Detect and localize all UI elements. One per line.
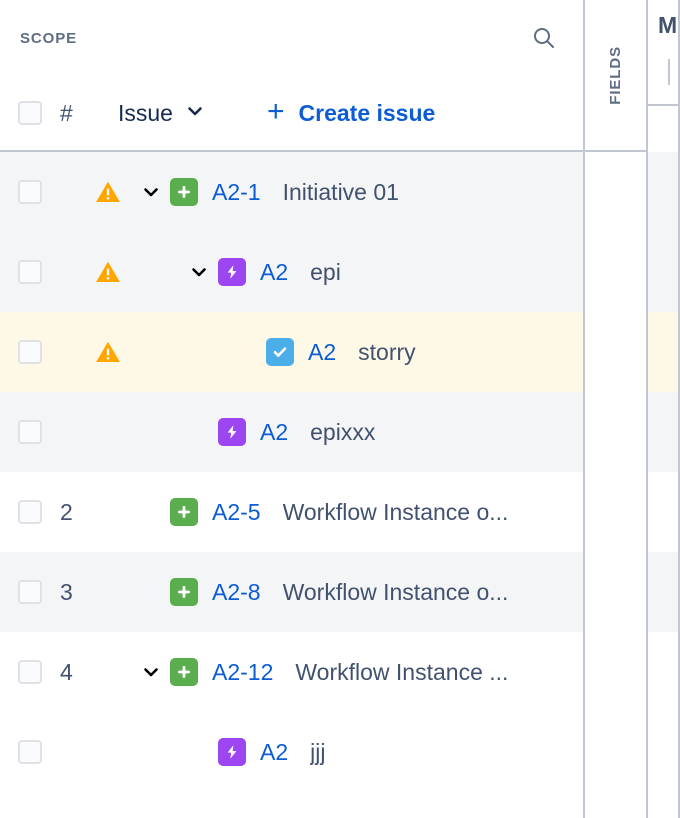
search-icon[interactable] [527, 21, 561, 55]
timeline-row[interactable] [648, 152, 680, 232]
row-number: 4 [60, 658, 73, 685]
table-row[interactable]: 3 A2-8 Workflow Instance o... [0, 552, 583, 632]
epic-icon[interactable] [218, 258, 246, 286]
timeline-panel: M [648, 0, 680, 818]
initiative-icon[interactable] [170, 658, 198, 686]
issue-filter-label: Issue [118, 99, 173, 126]
row-body: A2-1 Initiative 01 [136, 178, 583, 206]
initiative-icon[interactable] [170, 578, 198, 606]
scope-header: SCOPE [0, 0, 583, 76]
issue-key[interactable]: A2-5 [212, 499, 261, 526]
warning-icon [94, 338, 136, 366]
timeline-subheader [648, 106, 680, 152]
timeline-row[interactable] [648, 232, 680, 312]
table-row[interactable]: A2 epixxx [0, 392, 583, 472]
fields-label: FIELDS [607, 45, 624, 105]
issue-key[interactable]: A2 [260, 259, 288, 286]
row-checkbox[interactable] [18, 580, 42, 604]
issue-key[interactable]: A2 [260, 419, 288, 446]
scope-panel: SCOPE # Issue + Create issue A2-1 Initia… [0, 0, 585, 818]
timeline-rows [648, 152, 680, 792]
chevron-down-icon [185, 101, 205, 126]
scope-column-header: # Issue + Create issue [0, 76, 583, 152]
initiative-icon[interactable] [170, 498, 198, 526]
project-scope-view: SCOPE # Issue + Create issue A2-1 Initia… [0, 0, 680, 818]
issue-key[interactable]: A2 [260, 739, 288, 766]
expand-toggle[interactable] [136, 182, 166, 202]
issue-key[interactable]: A2-8 [212, 579, 261, 606]
table-row[interactable]: A2 storry [0, 312, 583, 392]
timeline-row[interactable] [648, 632, 680, 712]
fields-panel: FIELDS [585, 0, 648, 818]
epic-icon[interactable] [218, 418, 246, 446]
select-all-checkbox[interactable] [18, 101, 42, 125]
timeline-row[interactable] [648, 552, 680, 632]
table-row[interactable]: A2-1 Initiative 01 [0, 152, 583, 232]
row-body: A2 epi [136, 258, 583, 286]
row-checkbox[interactable] [18, 420, 42, 444]
row-body: A2-8 Workflow Instance o... [136, 578, 583, 606]
table-row[interactable]: A2 jjj [0, 712, 583, 792]
timeline-header: M [648, 0, 680, 106]
issue-summary[interactable]: Initiative 01 [283, 179, 583, 206]
expand-toggle[interactable] [184, 262, 214, 282]
timeline-header-title: M [658, 12, 678, 38]
row-number: 3 [60, 578, 73, 605]
create-issue-label: Create issue [298, 99, 436, 126]
issue-key[interactable]: A2-1 [212, 179, 261, 206]
row-checkbox[interactable] [18, 740, 42, 764]
row-checkbox[interactable] [18, 260, 42, 284]
timeline-row[interactable] [648, 712, 680, 792]
issue-key[interactable]: A2-12 [212, 659, 273, 686]
timeline-row[interactable] [648, 392, 680, 472]
issue-summary[interactable]: epi [310, 259, 583, 286]
warning-icon [94, 258, 136, 286]
row-body: A2 epixxx [136, 418, 583, 446]
timeline-row[interactable] [648, 312, 680, 392]
issue-rows: A2-1 Initiative 01 A2 epi A2 storry A2 e… [0, 152, 583, 792]
issue-summary[interactable]: Workflow Instance ... [295, 659, 583, 686]
row-body: A2 jjj [136, 738, 583, 766]
initiative-icon[interactable] [170, 178, 198, 206]
row-checkbox[interactable] [18, 180, 42, 204]
warning-icon [94, 178, 136, 206]
issue-filter-dropdown[interactable]: Issue [118, 100, 205, 127]
issue-summary[interactable]: epixxx [310, 419, 583, 446]
row-checkbox[interactable] [18, 340, 42, 364]
row-body: A2-5 Workflow Instance o... [136, 498, 583, 526]
row-checkbox[interactable] [18, 660, 42, 684]
issue-summary[interactable]: Workflow Instance o... [283, 579, 583, 606]
issue-summary[interactable]: jjj [310, 739, 583, 766]
create-issue-button[interactable]: + Create issue [266, 94, 436, 128]
row-number: 2 [60, 498, 73, 525]
row-checkbox[interactable] [18, 500, 42, 524]
table-row[interactable]: A2 epi [0, 232, 583, 312]
epic-icon[interactable] [218, 738, 246, 766]
timeline-header-divider [668, 59, 670, 85]
story-icon[interactable] [266, 338, 294, 366]
expand-toggle[interactable] [136, 662, 166, 682]
table-row[interactable]: 4 A2-12 Workflow Instance ... [0, 632, 583, 712]
timeline-row[interactable] [648, 472, 680, 552]
issue-key[interactable]: A2 [308, 339, 336, 366]
row-body: A2-12 Workflow Instance ... [136, 658, 583, 686]
fields-body [585, 152, 646, 818]
issue-summary[interactable]: storry [358, 339, 583, 366]
scope-title: SCOPE [20, 29, 78, 47]
row-body: A2 storry [136, 338, 583, 366]
fields-header[interactable]: FIELDS [585, 0, 646, 152]
plus-icon: + [266, 94, 285, 128]
table-row[interactable]: 2 A2-5 Workflow Instance o... [0, 472, 583, 552]
issue-summary[interactable]: Workflow Instance o... [283, 499, 583, 526]
column-header-number: # [60, 99, 73, 126]
